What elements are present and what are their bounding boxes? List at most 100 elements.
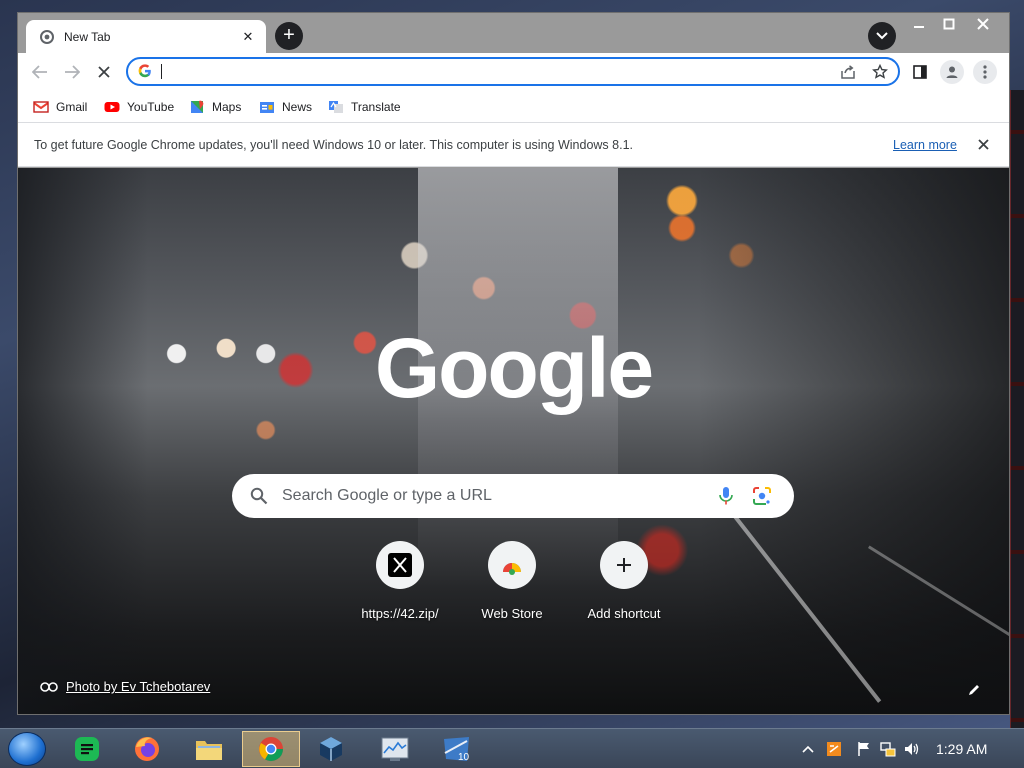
search-input[interactable] bbox=[282, 484, 702, 508]
taskbar-chrome[interactable] bbox=[242, 731, 300, 767]
arrow-right-icon bbox=[65, 65, 80, 79]
firefox-icon bbox=[135, 737, 159, 761]
photo-credit-link[interactable]: Photo by Ev Tchebotarev bbox=[66, 679, 210, 694]
profile-button[interactable] bbox=[940, 60, 964, 84]
infobar-message: To get future Google Chrome updates, you… bbox=[34, 138, 633, 152]
shortcut-label: Add shortcut bbox=[587, 606, 661, 621]
tab-title: New Tab bbox=[64, 29, 111, 44]
maximize-button[interactable] bbox=[932, 13, 966, 35]
title-bar: New Tab ✕ + bbox=[18, 13, 1009, 53]
shortcut-tile bbox=[488, 541, 536, 589]
customize-button[interactable] bbox=[964, 680, 984, 700]
desktop-background-decoration bbox=[1010, 90, 1024, 730]
taskbar-windows-10-tool[interactable]: 10 bbox=[428, 731, 486, 767]
x-logo-icon bbox=[388, 553, 412, 577]
chrome-favicon-icon bbox=[40, 29, 54, 44]
forward-button[interactable] bbox=[60, 61, 84, 83]
shortcut-web-store[interactable]: Web Store bbox=[456, 541, 568, 621]
search-icon bbox=[250, 487, 268, 505]
gmail-icon bbox=[33, 100, 49, 114]
close-window-button[interactable] bbox=[966, 13, 1000, 35]
bookmark-label: Translate bbox=[351, 100, 401, 114]
new-tab-button[interactable]: + bbox=[275, 22, 303, 50]
taskbar: 10 1:29 AM bbox=[0, 728, 1024, 768]
shortcut-tile bbox=[600, 541, 648, 589]
plus-icon bbox=[617, 558, 631, 572]
text-cursor bbox=[161, 64, 162, 79]
ntp-search-box[interactable] bbox=[232, 474, 794, 518]
monitor-chart-icon bbox=[381, 737, 409, 761]
close-icon bbox=[98, 66, 110, 78]
add-shortcut-button[interactable]: Add shortcut bbox=[568, 541, 680, 621]
chevron-down-icon bbox=[876, 32, 888, 40]
tab-new-tab[interactable]: New Tab ✕ bbox=[26, 20, 266, 53]
shortcut-label: Web Store bbox=[481, 606, 543, 621]
bookmark-youtube[interactable]: YouTube bbox=[104, 98, 174, 116]
google-g-icon bbox=[138, 64, 152, 81]
maps-icon bbox=[189, 100, 205, 114]
kebab-menu-icon bbox=[983, 65, 987, 79]
taskbar-clock[interactable]: 1:29 AM bbox=[936, 741, 987, 757]
translate-icon bbox=[328, 100, 344, 114]
news-icon bbox=[259, 100, 275, 114]
share-icon[interactable] bbox=[838, 63, 858, 81]
folder-icon bbox=[196, 741, 222, 760]
shortcut-tile bbox=[376, 541, 424, 589]
back-button[interactable] bbox=[28, 61, 52, 83]
link-icon bbox=[40, 681, 58, 692]
action-center-flag-icon[interactable] bbox=[856, 741, 872, 757]
photo-credit[interactable]: Photo by Ev Tchebotarev bbox=[40, 679, 210, 694]
bookmark-translate[interactable]: Translate bbox=[328, 98, 401, 116]
omnibox-input[interactable] bbox=[164, 62, 804, 81]
tray-app-icon[interactable] bbox=[826, 741, 842, 757]
shortcut-42zip[interactable]: https://42.zip/ bbox=[344, 541, 456, 621]
tray-overflow-icon[interactable] bbox=[800, 741, 816, 757]
browser-toolbar bbox=[18, 53, 1009, 91]
background-photo-shade-left bbox=[18, 168, 148, 714]
google-logo: Google bbox=[374, 321, 654, 415]
network-icon[interactable] bbox=[880, 741, 896, 757]
taskbar-file-explorer[interactable] bbox=[180, 731, 238, 767]
tab-search-button[interactable] bbox=[868, 22, 896, 50]
avatar-icon bbox=[946, 66, 958, 78]
microphone-icon[interactable] bbox=[717, 486, 735, 506]
stop-loading-button[interactable] bbox=[92, 61, 116, 83]
virtualbox-icon bbox=[320, 737, 342, 761]
chrome-window: New Tab ✕ + Gmail YouTube Maps News Tran… bbox=[17, 12, 1010, 715]
side-panel-button[interactable] bbox=[908, 60, 932, 84]
google-lens-icon[interactable] bbox=[752, 486, 772, 506]
minimize-button[interactable] bbox=[902, 13, 936, 35]
learn-more-link[interactable]: Learn more bbox=[893, 138, 957, 152]
svg-text:10: 10 bbox=[458, 752, 470, 763]
pencil-icon bbox=[969, 685, 979, 695]
arrow-left-icon bbox=[32, 65, 47, 79]
taskbar-notes-app[interactable] bbox=[58, 731, 116, 767]
bookmark-maps[interactable]: Maps bbox=[189, 98, 241, 116]
bookmarks-bar: Gmail YouTube Maps News Translate bbox=[18, 91, 1009, 123]
infobar-close-icon[interactable] bbox=[974, 135, 992, 153]
notes-app-icon bbox=[75, 737, 99, 761]
volume-icon[interactable] bbox=[904, 741, 920, 757]
taskbar-virtualbox[interactable] bbox=[302, 731, 360, 767]
bookmark-news[interactable]: News bbox=[259, 98, 312, 116]
address-bar[interactable] bbox=[126, 57, 900, 86]
taskbar-resource-monitor[interactable] bbox=[366, 731, 424, 767]
bookmark-star-icon[interactable] bbox=[870, 63, 890, 81]
start-button[interactable] bbox=[8, 732, 46, 766]
bookmark-label: News bbox=[282, 100, 313, 114]
youtube-icon bbox=[104, 100, 120, 114]
bookmark-label: Gmail bbox=[56, 100, 88, 114]
tab-close-icon[interactable]: ✕ bbox=[240, 29, 256, 45]
chrome-menu-button[interactable] bbox=[973, 60, 997, 84]
windows-10-icon: 10 bbox=[444, 737, 470, 763]
side-panel-icon bbox=[913, 65, 927, 79]
bookmark-label: Maps bbox=[212, 100, 242, 114]
bookmark-label: YouTube bbox=[127, 100, 175, 114]
background-photo-shade-right bbox=[698, 168, 1009, 714]
chrome-web-store-icon bbox=[503, 563, 521, 575]
shortcut-label: https://42.zip/ bbox=[361, 606, 439, 621]
chrome-icon bbox=[259, 737, 283, 762]
bookmark-gmail[interactable]: Gmail bbox=[33, 98, 87, 116]
taskbar-firefox[interactable] bbox=[118, 731, 176, 767]
update-infobar: To get future Google Chrome updates, you… bbox=[18, 123, 1009, 167]
